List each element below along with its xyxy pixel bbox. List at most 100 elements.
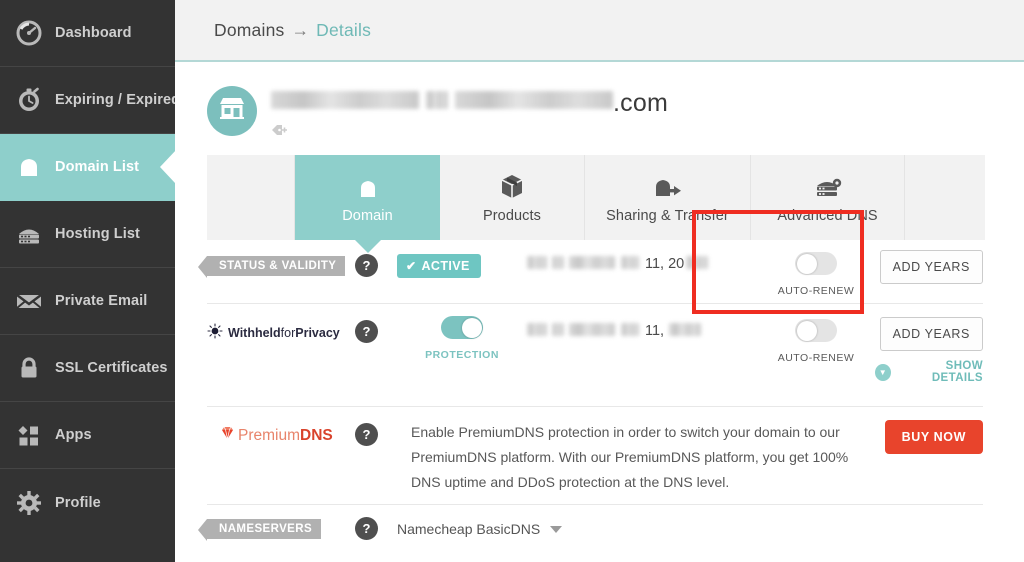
auto-renew-caption: AUTO-RENEW bbox=[777, 352, 855, 364]
sidebar-item-dashboard[interactable]: Dashboard bbox=[0, 0, 175, 67]
apps-icon bbox=[14, 420, 44, 450]
status-date-cell: 11, 20 bbox=[527, 240, 757, 272]
nameservers-dropdown[interactable]: Namecheap BasicDNS bbox=[397, 521, 983, 537]
domain-title-block: .com bbox=[271, 84, 668, 143]
auto-renew-toggle[interactable] bbox=[795, 319, 837, 342]
logo-part-bold-2: Privacy bbox=[295, 325, 340, 340]
privacy-expiry-date: 11, bbox=[527, 322, 757, 339]
sidebar-item-private-email[interactable]: Private Email bbox=[0, 268, 175, 335]
sidebar-item-label: Expiring / Expired bbox=[55, 92, 175, 108]
tab-domain[interactable]: Domain bbox=[295, 155, 440, 240]
sidebar: Dashboard Expiring / Expired Domain List… bbox=[0, 0, 175, 562]
gem-icon bbox=[220, 425, 235, 446]
redacted-date-part-1 bbox=[527, 322, 547, 336]
premiumdns-button-cell: BUY NOW bbox=[863, 407, 983, 454]
sidebar-item-label: Private Email bbox=[55, 293, 148, 309]
buy-now-button[interactable]: BUY NOW bbox=[884, 420, 983, 454]
dns-server-icon bbox=[813, 171, 843, 201]
gauge-icon bbox=[14, 18, 44, 48]
envelope-icon bbox=[14, 286, 44, 316]
tab-right-spacer bbox=[905, 155, 985, 240]
row-premium-dns: Premium DNS ? Enable PremiumDNS protectio… bbox=[207, 407, 983, 505]
expiry-date-text: 11, 20 bbox=[645, 256, 685, 272]
lock-icon bbox=[14, 353, 44, 383]
sidebar-item-domain-list[interactable]: Domain List bbox=[0, 134, 175, 201]
premiumdns-description: Enable PremiumDNS protection in order to… bbox=[411, 424, 849, 490]
sidebar-item-label: Dashboard bbox=[55, 25, 132, 41]
sidebar-item-profile[interactable]: Profile bbox=[0, 469, 175, 536]
sidebar-item-ssl-certificates[interactable]: SSL Certificates bbox=[0, 335, 175, 402]
withheldforprivacy-logo: Withheld for Privacy bbox=[207, 323, 355, 342]
add-years-button[interactable]: ADD YEARS bbox=[879, 317, 983, 351]
auto-renew-caption: AUTO-RENEW bbox=[777, 285, 855, 297]
privacy-button-cell: ADD YEARS ▼ SHOW DETAILS bbox=[875, 304, 983, 384]
add-years-button[interactable]: ADD YEARS bbox=[879, 250, 983, 284]
chevron-down-icon: ▼ bbox=[875, 363, 891, 381]
redacted-date-part-2 bbox=[552, 322, 564, 336]
row-nameservers: NAMESERVERS ? Namecheap BasicDNS bbox=[197, 505, 983, 545]
redacted-date-part-4 bbox=[621, 322, 639, 336]
nameservers-help-cell: ? bbox=[355, 505, 397, 540]
status-state-cell: ✔ ACTIVE bbox=[397, 240, 527, 278]
status-autorenew-cell: AUTO-RENEW bbox=[757, 240, 875, 297]
check-icon: ✔ bbox=[406, 259, 417, 273]
storefront-icon bbox=[217, 95, 247, 128]
sidebar-item-label: SSL Certificates bbox=[55, 360, 168, 376]
logo-part-light: for bbox=[280, 325, 296, 340]
help-icon[interactable]: ? bbox=[355, 423, 378, 446]
active-badge-label: ACTIVE bbox=[421, 259, 470, 273]
premiumdns-label-cell: Premium DNS bbox=[207, 407, 355, 446]
sidebar-item-label: Domain List bbox=[55, 159, 140, 175]
sidebar-item-hosting-list[interactable]: Hosting List bbox=[0, 201, 175, 268]
premiumdns-help-cell: ? bbox=[355, 407, 397, 446]
tab-products[interactable]: Products bbox=[440, 155, 585, 240]
status-button-cell: ADD YEARS bbox=[875, 240, 983, 284]
row-status-validity: STATUS & VALIDITY ? ✔ ACTIVE 11, 20 AUTO… bbox=[197, 240, 983, 304]
tab-label: Domain bbox=[342, 208, 393, 224]
house-icon bbox=[355, 171, 381, 201]
page-title: .com bbox=[271, 89, 668, 118]
app-root: Dashboard Expiring / Expired Domain List… bbox=[0, 0, 1024, 562]
house-icon bbox=[14, 152, 44, 182]
privacy-state-cell: PROTECTION bbox=[397, 304, 527, 361]
redacted-date-part-1 bbox=[527, 255, 547, 269]
logo-part-bold-1: Withheld bbox=[228, 325, 281, 340]
breadcrumb-current[interactable]: Details bbox=[316, 20, 371, 40]
auto-renew-toggle[interactable] bbox=[795, 252, 837, 275]
tab-advanced-dns[interactable]: Advanced DNS bbox=[751, 155, 905, 240]
add-tag-icon[interactable] bbox=[271, 122, 668, 143]
redacted-date-part-2 bbox=[552, 255, 564, 269]
top-bar: Domains → Details bbox=[175, 0, 1024, 62]
redacted-date-part-4 bbox=[621, 255, 639, 269]
redacted-date-part-5 bbox=[669, 322, 702, 336]
nameservers-selected-value: Namecheap BasicDNS bbox=[397, 521, 541, 537]
premiumdns-logo: Premium DNS bbox=[220, 425, 355, 446]
gear-icon bbox=[14, 488, 44, 518]
tab-label: Products bbox=[482, 208, 542, 224]
clock-icon bbox=[14, 85, 44, 115]
show-details-link[interactable]: ▼ SHOW DETAILS bbox=[875, 360, 983, 384]
nameservers-label-cell: NAMESERVERS bbox=[197, 505, 355, 541]
breadcrumb-separator-icon: → bbox=[291, 19, 310, 40]
show-details-label: SHOW DETAILS bbox=[931, 360, 983, 384]
help-icon[interactable]: ? bbox=[355, 254, 378, 277]
privacy-protection-toggle[interactable] bbox=[441, 316, 483, 339]
redacted-date-part-5 bbox=[686, 255, 709, 269]
sidebar-item-apps[interactable]: Apps bbox=[0, 402, 175, 469]
nameservers-select-cell: Namecheap BasicDNS bbox=[397, 505, 983, 537]
toggle-knob bbox=[796, 253, 817, 274]
starburst-icon bbox=[207, 323, 223, 342]
help-icon[interactable]: ? bbox=[355, 320, 378, 343]
tab-bar: Domain Products Sharing & Transfer Advan… bbox=[207, 155, 985, 240]
sidebar-item-expiring-expired[interactable]: Expiring / Expired bbox=[0, 67, 175, 134]
redacted-date-part-3 bbox=[569, 322, 615, 336]
status-badge: STATUS & VALIDITY bbox=[197, 256, 346, 278]
sidebar-item-label: Hosting List bbox=[55, 226, 140, 242]
privacy-autorenew-cell: AUTO-RENEW bbox=[757, 304, 875, 364]
expiry-date: 11, 20 bbox=[527, 255, 757, 272]
breadcrumb-root[interactable]: Domains bbox=[214, 20, 284, 40]
content-area: .com Domain Products Sharing & Transfer … bbox=[175, 62, 1024, 545]
tab-sharing-transfer[interactable]: Sharing & Transfer bbox=[585, 155, 751, 240]
logo-part-light: Premium bbox=[238, 426, 301, 444]
help-icon[interactable]: ? bbox=[355, 517, 378, 540]
